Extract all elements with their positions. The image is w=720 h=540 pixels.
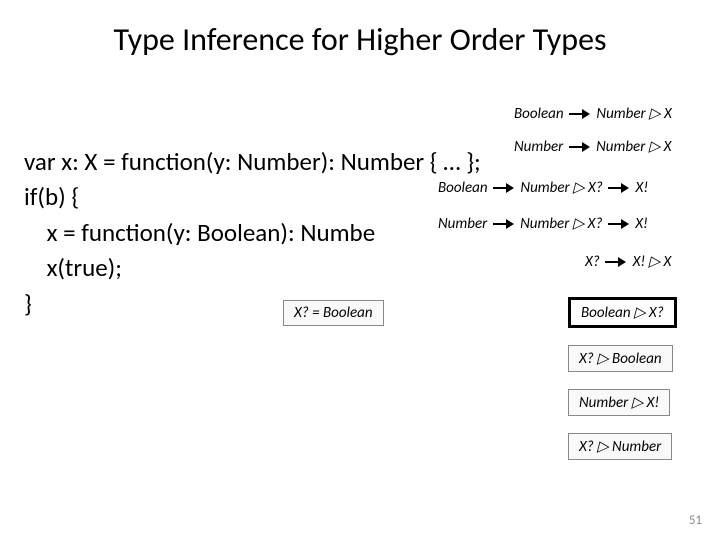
slide-number: 51 xyxy=(689,513,702,528)
annot-3: Boolean Number ▷ X? X! xyxy=(438,178,648,197)
annot-1-right: Number ▷ X xyxy=(596,105,671,123)
annot-3-mid: Number ▷ X? xyxy=(520,179,602,197)
code-block: var x: X = function(y: Number): Number {… xyxy=(24,108,481,321)
annot-2-right: Number ▷ X xyxy=(596,138,671,156)
annot-4: Number Number ▷ X? X! xyxy=(438,214,648,233)
annot-5-right: X! ▷ X xyxy=(633,253,672,271)
annot-2: Number Number ▷ X xyxy=(514,137,671,156)
arrow-icon xyxy=(569,109,591,119)
annot-3-left: Boolean xyxy=(438,179,488,197)
code-line-5: } xyxy=(24,288,32,319)
constraint-box-5: X? ▷ Number xyxy=(568,433,672,460)
arrow-icon xyxy=(608,219,630,229)
arrow-icon xyxy=(493,183,515,193)
annot-1-left: Boolean xyxy=(514,105,564,123)
constraint-box-1: X? = Boolean xyxy=(283,300,384,326)
constraint-box-2: Boolean ▷ X? xyxy=(568,297,677,328)
page-title: Type Inference for Higher Order Types xyxy=(0,0,720,59)
annot-5-left: X? xyxy=(585,253,600,271)
arrow-icon xyxy=(608,183,630,193)
annot-4-right: X! xyxy=(635,215,648,233)
annot-4-left: Number xyxy=(438,215,487,233)
annot-5: X? X! ▷ X xyxy=(585,252,671,271)
code-line-4: x(true); xyxy=(24,252,122,283)
annot-4-mid: Number ▷ X? xyxy=(520,215,602,233)
constraint-box-3: X? ▷ Boolean xyxy=(568,345,673,372)
arrow-icon xyxy=(569,142,591,152)
annot-1: Boolean Number ▷ X xyxy=(514,104,672,123)
arrow-icon xyxy=(605,257,627,267)
annot-2-left: Number xyxy=(514,138,563,156)
constraint-box-4: Number ▷ X! xyxy=(568,389,670,416)
code-line-1: var x: X = function(y: Number): Number {… xyxy=(24,146,481,177)
annot-3-right: X! xyxy=(636,179,649,197)
code-line-3: x = function(y: Boolean): Numbe xyxy=(24,217,375,248)
arrow-icon xyxy=(493,219,515,229)
code-line-2: if(b) { xyxy=(24,181,79,212)
